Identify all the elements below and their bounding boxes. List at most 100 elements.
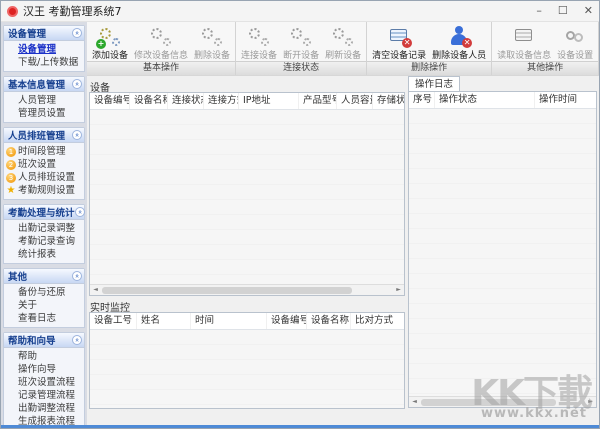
sidebar-item-personnel-schedule[interactable]: 3 人员排班设置 xyxy=(4,171,84,184)
scroll-thumb[interactable] xyxy=(102,286,352,294)
sidebar-item-wizard[interactable]: 操作向导 xyxy=(4,363,84,376)
refresh-device-button[interactable]: 刷新设备 xyxy=(322,24,364,61)
sidebar-item-report-flow[interactable]: 生成报表流程 xyxy=(4,415,84,425)
monitor-table-body xyxy=(90,330,404,408)
col-name[interactable]: 姓名 xyxy=(137,313,191,329)
gears-delete-icon xyxy=(200,25,224,47)
app-logo-icon xyxy=(7,5,18,17)
app-window: 汉王 考勤管理系统7 – ☐ ✕ + 添加设备 修改设备信息 删除设备 基本操作… xyxy=(0,0,600,429)
collapse-chevron-icon[interactable]: « xyxy=(72,79,82,89)
sidebar-item-admin-settings[interactable]: 管理员设置 xyxy=(4,107,84,120)
bottom-accent-bar xyxy=(1,425,599,428)
col-device-worker-id[interactable]: 设备工号 xyxy=(90,313,137,329)
collapse-chevron-icon[interactable]: « xyxy=(74,207,85,217)
col-device-number[interactable]: 设备编号 xyxy=(90,93,130,109)
scroll-left-icon[interactable]: ◄ xyxy=(409,397,420,407)
person-delete-icon: ✕ xyxy=(447,25,473,48)
col-time[interactable]: 时间 xyxy=(191,313,267,329)
collapse-chevron-icon[interactable]: « xyxy=(72,130,82,140)
sidebar-item-attendance-query[interactable]: 考勤记录查询 xyxy=(4,235,84,248)
toolbar-group-delete: ✕ 清空设备记录 ✕ 删除设备人员 删除操作 xyxy=(367,22,493,75)
col-device-name[interactable]: 设备名称 xyxy=(130,93,168,109)
add-device-button[interactable]: + 添加设备 xyxy=(89,24,131,61)
col-device-name[interactable]: 设备名称 xyxy=(307,313,351,329)
sidebar-item-shift-settings[interactable]: 2 班次设置 xyxy=(4,158,84,171)
collapse-chevron-icon[interactable]: « xyxy=(72,335,82,345)
col-serial[interactable]: 序号 xyxy=(409,92,435,108)
sidebar-item-help[interactable]: 帮助 xyxy=(4,350,84,363)
col-device-number[interactable]: 设备编号 xyxy=(267,313,307,329)
group-label-basic: 基本操作 xyxy=(87,61,236,75)
section-header-device-mgmt[interactable]: 设备管理 « xyxy=(4,26,84,41)
col-storage-status[interactable]: 存储状态 xyxy=(373,93,404,109)
device-table: 设备编号 设备名称 连接状态 连接方式 IP地址 产品型号 人员容量 存储状态 … xyxy=(89,92,405,296)
gears-icon xyxy=(331,25,355,47)
maximize-button[interactable]: ☐ xyxy=(558,2,568,20)
star-icon: ★ xyxy=(6,184,16,196)
gears-icon xyxy=(149,25,173,47)
col-operation-time[interactable]: 操作时间 xyxy=(535,92,595,108)
delete-device-button[interactable]: 删除设备 xyxy=(191,24,233,61)
sidebar-item-attendance-adjust[interactable]: 出勤记录调整 xyxy=(4,222,84,235)
device-table-header: 设备编号 设备名称 连接状态 连接方式 IP地址 产品型号 人员容量 存储状态 … xyxy=(90,93,404,110)
section-header-help[interactable]: 帮助和向导 « xyxy=(4,333,84,348)
sidebar-item-statistics-report[interactable]: 统计报表 xyxy=(4,248,84,261)
connect-device-button[interactable]: 连接设备 xyxy=(238,24,280,61)
disconnect-device-button[interactable]: 断开设备 xyxy=(280,24,322,61)
sidebar-item-device-mgmt[interactable]: 设备管理 xyxy=(4,43,84,56)
col-connection-method[interactable]: 连接方式 xyxy=(204,93,239,109)
col-ip-address[interactable]: IP地址 xyxy=(239,93,299,109)
col-product-model[interactable]: 产品型号 xyxy=(299,93,337,109)
device-table-hscrollbar[interactable]: ◄ ► xyxy=(90,284,404,295)
sidebar-item-backup-restore[interactable]: 备份与还原 xyxy=(4,286,84,299)
read-device-info-button[interactable]: 读取设备信息 xyxy=(494,24,554,61)
step-1-badge: 1 xyxy=(6,146,16,157)
scroll-right-icon[interactable]: ► xyxy=(393,285,404,295)
sidebar-item-about[interactable]: 关于 xyxy=(4,299,84,312)
sidebar-item-record-flow[interactable]: 记录管理流程 xyxy=(4,389,84,402)
title-bar: 汉王 考勤管理系统7 – ☐ ✕ xyxy=(1,1,599,22)
modify-device-info-button[interactable]: 修改设备信息 xyxy=(131,24,191,61)
monitor-table-header: 设备工号 姓名 时间 设备编号 设备名称 比对方式 xyxy=(90,313,404,330)
sidebar-section-device-mgmt: 设备管理 « 设备管理 下载/上传数据 xyxy=(3,25,85,72)
operation-log-table: 序号 操作状态 操作时间 ◄ ► xyxy=(408,91,597,408)
sidebar-item-download-upload[interactable]: 下载/上传数据 xyxy=(4,56,84,69)
section-header-other[interactable]: 其他 « xyxy=(4,269,84,284)
group-label-other: 其他操作 xyxy=(492,61,599,75)
sidebar-item-time-period[interactable]: 1 时间段管理 xyxy=(4,145,84,158)
collapse-chevron-icon[interactable]: « xyxy=(72,271,82,281)
sidebar-item-personnel-mgmt[interactable]: 人员管理 xyxy=(4,94,84,107)
section-header-processing[interactable]: 考勤处理与统计 « xyxy=(4,205,85,220)
col-connection-status[interactable]: 连接状态 xyxy=(168,93,204,109)
gears-icon xyxy=(289,25,313,47)
delete-device-personnel-button[interactable]: ✕ 删除设备人员 xyxy=(429,24,489,61)
toolbar-group-basic: + 添加设备 修改设备信息 删除设备 基本操作 xyxy=(87,22,237,75)
toolbar-group-other: 读取设备信息 设备设置 其他操作 xyxy=(492,22,599,75)
sidebar-section-basic-info: 基本信息管理 « 人员管理 管理员设置 xyxy=(3,76,85,123)
device-table-body xyxy=(90,110,404,284)
section-header-scheduling[interactable]: 人员排班管理 « xyxy=(4,128,84,143)
watermark-url: www.kkx.net xyxy=(480,406,587,421)
collapse-chevron-icon[interactable]: « xyxy=(72,28,82,38)
sidebar-item-shift-flow[interactable]: 班次设置流程 xyxy=(4,376,84,389)
log-table-header: 序号 操作状态 操作时间 xyxy=(409,92,596,109)
section-header-basic-info[interactable]: 基本信息管理 « xyxy=(4,77,84,92)
col-compare-method[interactable]: 比对方式 xyxy=(351,313,403,329)
sidebar-section-scheduling: 人员排班管理 « 1 时间段管理 2 班次设置 3 人员排班设置 ★ 考勤规则设置 xyxy=(3,127,85,200)
log-table-body xyxy=(409,109,596,396)
operation-log-tab[interactable]: 操作日志 xyxy=(408,76,460,92)
col-personnel-capacity[interactable]: 人员容量 xyxy=(337,93,373,109)
window-title: 汉王 考勤管理系统7 xyxy=(23,5,122,18)
col-operation-status[interactable]: 操作状态 xyxy=(435,92,535,108)
close-button[interactable]: ✕ xyxy=(584,2,593,20)
gears-add-icon: + xyxy=(96,25,122,49)
clear-device-records-button[interactable]: ✕ 清空设备记录 xyxy=(369,24,429,61)
sidebar-item-adjust-flow[interactable]: 出勤调整流程 xyxy=(4,402,84,415)
device-settings-button[interactable]: 设备设置 xyxy=(554,24,596,61)
sidebar-item-view-log[interactable]: 查看日志 xyxy=(4,312,84,325)
scroll-left-icon[interactable]: ◄ xyxy=(90,285,101,295)
gears-icon xyxy=(247,25,271,47)
minimize-button[interactable]: – xyxy=(536,2,542,20)
sidebar-item-attendance-rules[interactable]: ★ 考勤规则设置 xyxy=(4,184,84,197)
ribbon-toolbar: + 添加设备 修改设备信息 删除设备 基本操作 连接设备 断开设备 刷新设备 连… xyxy=(87,22,599,76)
